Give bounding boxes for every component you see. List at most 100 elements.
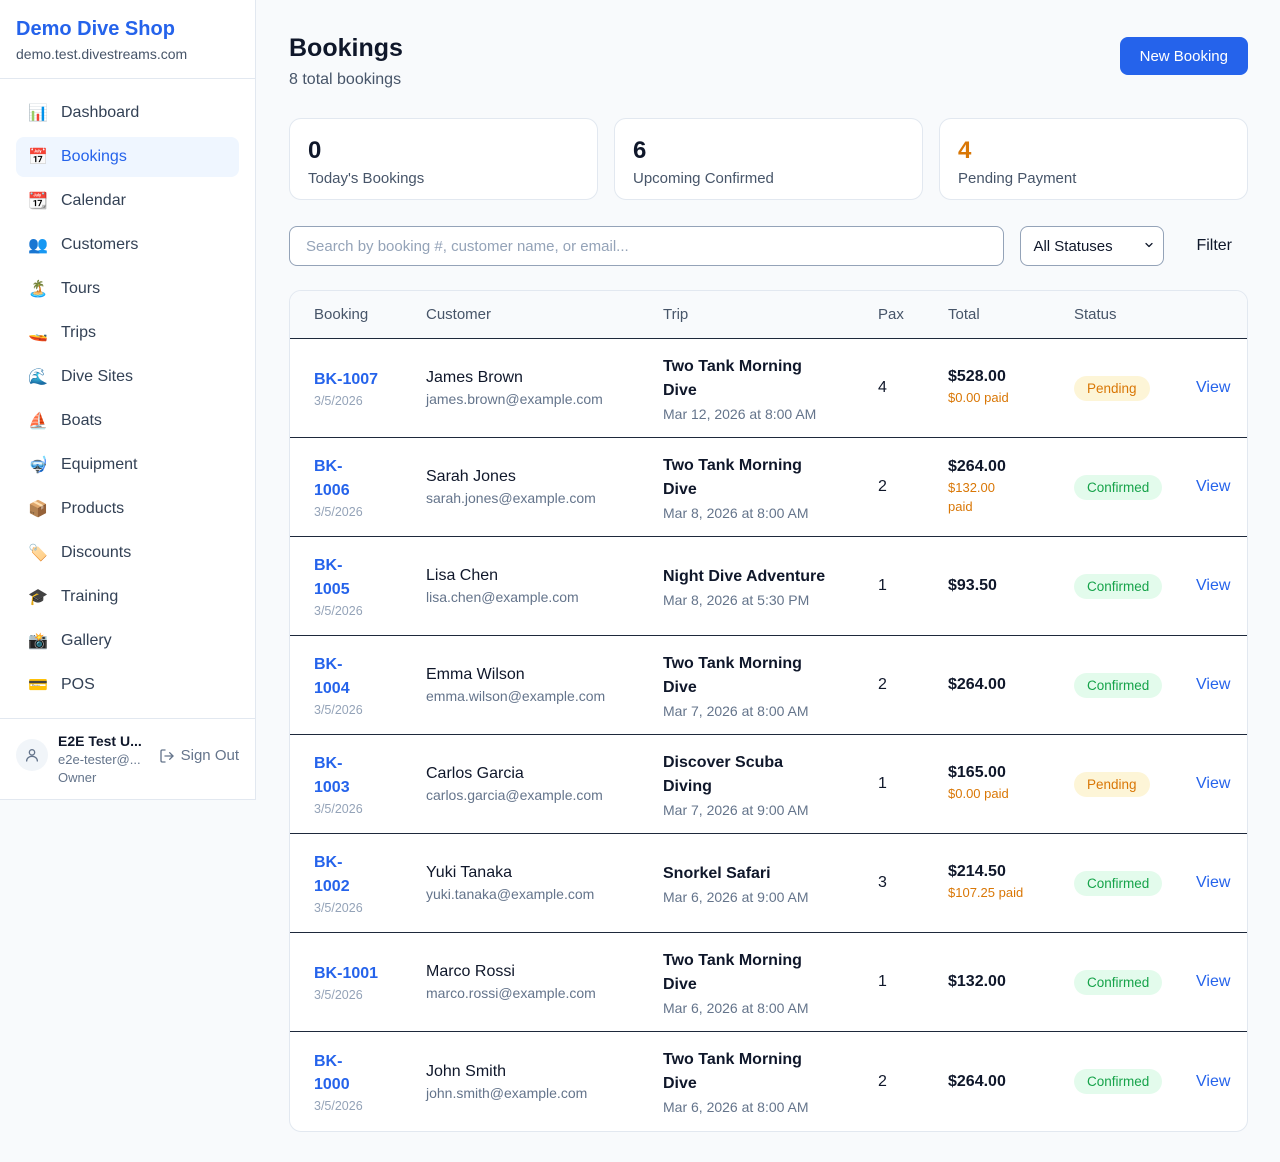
booking-date: 3/5/2026 bbox=[314, 901, 426, 915]
customer-cell: Yuki Tanaka yuki.tanaka@example.com bbox=[426, 864, 663, 902]
view-link[interactable]: View bbox=[1196, 676, 1230, 693]
view-link[interactable]: View bbox=[1196, 577, 1230, 594]
search-input[interactable] bbox=[289, 226, 1004, 266]
total-cell: $264.00 bbox=[948, 676, 1074, 694]
sidebar-item-tours[interactable]: 🏝️ Tours bbox=[16, 269, 239, 309]
trip-name: Two Tank MorningDive bbox=[663, 1048, 878, 1096]
view-link[interactable]: View bbox=[1196, 973, 1230, 990]
sidebar-item-trips[interactable]: 🚤 Trips bbox=[16, 313, 239, 353]
equipment-icon: 🤿 bbox=[28, 455, 48, 475]
trip-datetime: Mar 6, 2026 at 9:00 AM bbox=[663, 889, 878, 905]
sidebar-item-discounts[interactable]: 🏷️ Discounts bbox=[16, 533, 239, 573]
customer-email: emma.wilson@example.com bbox=[426, 688, 663, 704]
total-cell: $528.00 $0.00 paid bbox=[948, 368, 1074, 407]
trip-name: Two Tank MorningDive bbox=[663, 355, 878, 403]
column-header-pax: Pax bbox=[878, 306, 948, 323]
booking-number-link[interactable]: BK-1005 bbox=[314, 554, 350, 600]
sidebar-item-boats[interactable]: ⛵ Boats bbox=[16, 401, 239, 441]
customer-cell: Lisa Chen lisa.chen@example.com bbox=[426, 567, 663, 605]
filter-button[interactable]: Filter bbox=[1196, 237, 1232, 255]
trip-datetime: Mar 8, 2026 at 8:00 AM bbox=[663, 505, 878, 521]
total-cell: $93.50 bbox=[948, 577, 1074, 595]
brand-block: Demo Dive Shop demo.test.divestreams.com bbox=[0, 0, 255, 79]
table-row: BK-1006 3/5/2026 Sarah Jones sarah.jones… bbox=[290, 438, 1247, 537]
sidebar-item-gallery[interactable]: 📸 Gallery bbox=[16, 621, 239, 661]
customer-name: John Smith bbox=[426, 1063, 663, 1081]
stat-value: 4 bbox=[958, 137, 1229, 165]
stat-label: Upcoming Confirmed bbox=[633, 170, 904, 187]
booking-number-link[interactable]: BK-1003 bbox=[314, 752, 350, 798]
nav-item-label: POS bbox=[61, 676, 95, 694]
sidebar-item-pos[interactable]: 💳 POS bbox=[16, 665, 239, 705]
new-booking-button[interactable]: New Booking bbox=[1120, 37, 1248, 75]
actions-cell: View bbox=[1196, 973, 1230, 991]
booking-number-link[interactable]: BK-1001 bbox=[314, 962, 378, 985]
booking-cell: BK-1006 3/5/2026 bbox=[314, 455, 426, 518]
table-row: BK-1002 3/5/2026 Yuki Tanaka yuki.tanaka… bbox=[290, 834, 1247, 933]
booking-cell: BK-1001 3/5/2026 bbox=[314, 962, 426, 1002]
tours-icon: 🏝️ bbox=[28, 279, 48, 299]
toolbar: All Statuses Filter bbox=[289, 226, 1248, 266]
sidebar-item-training[interactable]: 🎓 Training bbox=[16, 577, 239, 617]
booking-number-link[interactable]: BK-1002 bbox=[314, 851, 350, 897]
booking-number-link[interactable]: BK-1004 bbox=[314, 653, 350, 699]
total-amount: $214.50 bbox=[948, 863, 1074, 881]
view-link[interactable]: View bbox=[1196, 379, 1230, 396]
sidebar-user-footer: E2E Test U... e2e-tester@... Owner Sign … bbox=[0, 718, 255, 799]
page-header: Bookings 8 total bookings New Booking bbox=[289, 34, 1248, 89]
actions-cell: View bbox=[1196, 874, 1230, 892]
status-cell: Confirmed bbox=[1074, 970, 1196, 995]
status-filter-select[interactable]: All Statuses bbox=[1020, 226, 1164, 266]
sidebar-item-dashboard[interactable]: 📊 Dashboard bbox=[16, 93, 239, 133]
stat-value: 0 bbox=[308, 137, 579, 165]
column-header-trip: Trip bbox=[663, 306, 878, 323]
sign-out-label: Sign Out bbox=[181, 747, 239, 764]
status-badge: Confirmed bbox=[1074, 1069, 1162, 1094]
view-link[interactable]: View bbox=[1196, 1073, 1230, 1090]
total-amount: $93.50 bbox=[948, 577, 1074, 595]
actions-cell: View bbox=[1196, 379, 1230, 397]
trips-icon: 🚤 bbox=[28, 323, 48, 343]
status-cell: Confirmed bbox=[1074, 475, 1196, 500]
sidebar-item-dive-sites[interactable]: 🌊 Dive Sites bbox=[16, 357, 239, 397]
trip-datetime: Mar 6, 2026 at 8:00 AM bbox=[663, 1099, 878, 1115]
nav-item-label: Equipment bbox=[61, 456, 138, 474]
booking-number-link[interactable]: BK-1007 bbox=[314, 368, 378, 391]
booking-date: 3/5/2026 bbox=[314, 802, 426, 816]
nav-item-label: Customers bbox=[61, 236, 138, 254]
view-link[interactable]: View bbox=[1196, 874, 1230, 891]
pos-icon: 💳 bbox=[28, 675, 48, 695]
sidebar-item-customers[interactable]: 👥 Customers bbox=[16, 225, 239, 265]
status-badge: Confirmed bbox=[1074, 970, 1162, 995]
customer-cell: John Smith john.smith@example.com bbox=[426, 1063, 663, 1101]
booking-date: 3/5/2026 bbox=[314, 394, 426, 408]
customer-email: john.smith@example.com bbox=[426, 1085, 663, 1101]
avatar bbox=[16, 739, 48, 771]
actions-cell: View bbox=[1196, 1073, 1230, 1091]
table-header-row: Booking Customer Trip Pax Total Status bbox=[290, 291, 1247, 339]
table-row: BK-1005 3/5/2026 Lisa Chen lisa.chen@exa… bbox=[290, 537, 1247, 636]
view-link[interactable]: View bbox=[1196, 478, 1230, 495]
paid-amount: $107.25 paid bbox=[948, 884, 1074, 902]
booking-date: 3/5/2026 bbox=[314, 1099, 426, 1113]
status-filter-wrap: All Statuses bbox=[1020, 226, 1164, 266]
booking-number-link[interactable]: BK-1006 bbox=[314, 455, 350, 501]
sidebar-item-equipment[interactable]: 🤿 Equipment bbox=[16, 445, 239, 485]
sidebar-item-bookings[interactable]: 📅 Bookings bbox=[16, 137, 239, 177]
customer-cell: Marco Rossi marco.rossi@example.com bbox=[426, 963, 663, 1001]
sign-out-button[interactable]: Sign Out bbox=[159, 747, 239, 764]
sidebar-item-calendar[interactable]: 📆 Calendar bbox=[16, 181, 239, 221]
total-cell: $264.00 bbox=[948, 1073, 1074, 1091]
sidebar-item-products[interactable]: 📦 Products bbox=[16, 489, 239, 529]
status-badge: Confirmed bbox=[1074, 673, 1162, 698]
column-header-booking: Booking bbox=[314, 306, 426, 323]
view-link[interactable]: View bbox=[1196, 775, 1230, 792]
customer-email: sarah.jones@example.com bbox=[426, 490, 663, 506]
total-cell: $214.50 $107.25 paid bbox=[948, 863, 1074, 902]
table-row: BK-1003 3/5/2026 Carlos Garcia carlos.ga… bbox=[290, 735, 1247, 834]
booking-number-link[interactable]: BK-1000 bbox=[314, 1050, 350, 1096]
stat-value: 6 bbox=[633, 137, 904, 165]
gallery-icon: 📸 bbox=[28, 631, 48, 651]
booking-cell: BK-1002 3/5/2026 bbox=[314, 851, 426, 914]
trip-cell: Snorkel Safari Mar 6, 2026 at 9:00 AM bbox=[663, 862, 878, 905]
